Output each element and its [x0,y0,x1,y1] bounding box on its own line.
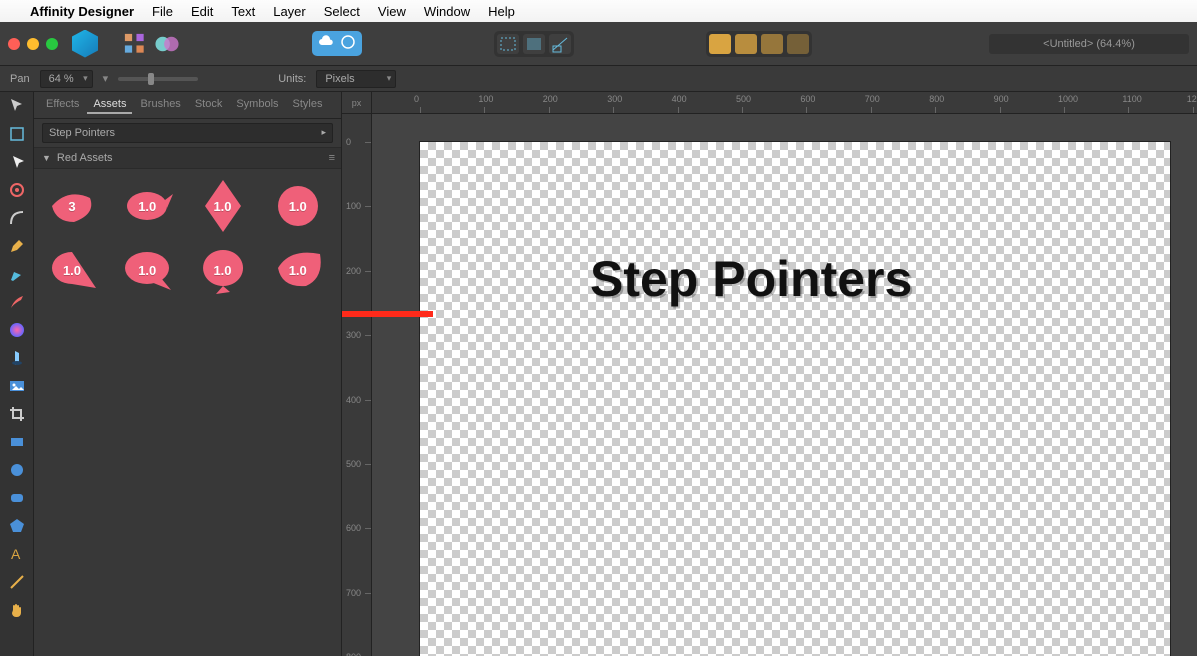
selection-mode-group [494,31,574,57]
units-select[interactable]: Pixels [316,70,396,88]
share-icon[interactable] [340,35,356,52]
document-title: <Untitled> (64.4%) [989,34,1189,54]
arrange-backward-icon[interactable] [761,34,783,54]
assets-grid: 3 1.0 1.0 1.0 1.0 1.0 [34,169,341,307]
panel-tabs: Effects Assets Brushes Stock Symbols Sty… [34,92,341,119]
arrange-group [706,31,812,57]
hand-tool[interactable] [7,600,27,620]
asset-category-select[interactable]: Step Pointers [42,123,333,143]
select-mode-b-icon[interactable] [523,34,545,54]
affinity-logo-icon [72,31,98,57]
asset-section-header[interactable]: ▼ Red Assets ≡ [34,148,341,169]
svg-text:A: A [11,546,21,562]
tools-panel: A [0,92,34,656]
tab-assets[interactable]: Assets [87,96,132,114]
zoom-dropdown-icon[interactable]: ▾ [103,72,109,85]
tab-symbols[interactable]: Symbols [230,96,284,114]
menu-layer[interactable]: Layer [273,4,306,19]
asset-section-name: Red Assets [57,152,113,164]
sync-group [312,31,362,56]
node-tool[interactable] [7,152,27,172]
rounded-rect-tool[interactable] [7,488,27,508]
move-tool[interactable] [7,96,27,116]
place-image-tool[interactable] [7,376,27,396]
menu-edit[interactable]: Edit [191,4,213,19]
polygon-tool[interactable] [7,516,27,536]
context-options-bar: Pan 64 % ▾ Units: Pixels [0,66,1197,92]
annotation-arrow-icon [342,294,435,334]
zoom-field[interactable]: 64 % [40,70,93,88]
disclosure-triangle-icon: ▼ [42,153,51,163]
app-name[interactable]: Affinity Designer [30,4,134,19]
minimize-window-button[interactable] [27,38,39,50]
tool-name-label: Pan [10,73,30,85]
asset-item[interactable]: 1.0 [42,245,102,295]
asset-item[interactable]: 3 [42,181,102,231]
arrange-forward-icon[interactable] [735,34,757,54]
select-mode-c-icon[interactable] [549,34,571,54]
rectangle-tool[interactable] [7,432,27,452]
close-window-button[interactable] [8,38,20,50]
tab-stock[interactable]: Stock [189,96,229,114]
tab-effects[interactable]: Effects [40,96,85,114]
arrange-back-icon[interactable] [787,34,809,54]
horizontal-ruler: 0100200300400500600700800900100011001200 [372,92,1197,114]
transparency-tool[interactable] [7,348,27,368]
menu-text[interactable]: Text [231,4,255,19]
app-toolbar: <Untitled> (64.4%) [0,22,1197,66]
menu-view[interactable]: View [378,4,406,19]
section-menu-icon[interactable]: ≡ [329,152,333,164]
ruler-corner: px [342,92,372,114]
mac-menubar: Affinity Designer File Edit Text Layer S… [0,0,1197,22]
ellipse-tool[interactable] [7,460,27,480]
annotation-text: Step Pointers [590,250,912,308]
asset-item[interactable]: 1.0 [117,181,177,231]
menu-select[interactable]: Select [324,4,360,19]
arrange-front-icon[interactable] [709,34,731,54]
pencil-tool[interactable] [7,264,27,284]
fill-tool[interactable] [7,320,27,340]
canvas-area[interactable]: px 0100200300400500600700800900100011001… [342,92,1197,656]
crop-tool[interactable] [7,404,27,424]
vertical-ruler: 0100200300400500600700800 [342,114,372,656]
vector-brush-tool[interactable] [7,292,27,312]
tab-styles[interactable]: Styles [287,96,329,114]
menu-file[interactable]: File [152,4,173,19]
artboard-tool[interactable] [7,124,27,144]
menu-window[interactable]: Window [424,4,470,19]
artboard[interactable]: Step Pointers [420,142,1170,656]
asset-item[interactable]: 1.0 [193,245,253,295]
lasso-tool[interactable] [7,180,27,200]
main-workspace: A Effects Assets Brushes Stock Symbols S… [0,92,1197,656]
zoom-slider[interactable] [118,77,198,81]
asset-item[interactable]: 1.0 [117,245,177,295]
fullscreen-window-button[interactable] [46,38,58,50]
window-controls [8,38,58,50]
asset-item[interactable]: 1.0 [268,245,328,295]
line-tool[interactable] [7,572,27,592]
studio-panel: Effects Assets Brushes Stock Symbols Sty… [34,92,342,656]
units-label: Units: [278,73,306,85]
asset-category-row: Step Pointers [34,119,341,148]
text-tool[interactable]: A [7,544,27,564]
pen-tool[interactable] [7,236,27,256]
select-mode-a-icon[interactable] [497,34,519,54]
persona-pixel-icon[interactable] [154,31,180,57]
menu-help[interactable]: Help [488,4,515,19]
cloud-upload-icon[interactable] [318,35,334,52]
asset-item[interactable]: 1.0 [193,181,253,231]
asset-item[interactable]: 1.0 [268,181,328,231]
tab-brushes[interactable]: Brushes [134,96,186,114]
corner-tool[interactable] [7,208,27,228]
persona-draw-icon[interactable] [122,31,148,57]
